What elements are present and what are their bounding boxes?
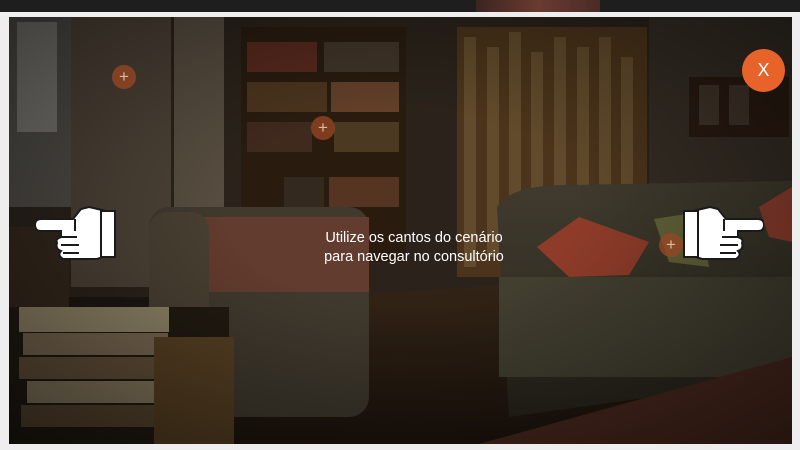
living-room-scene[interactable]: + + + X Utilize os cantos do cenário par…: [9, 17, 792, 444]
hotspot-plus-sofa[interactable]: +: [659, 233, 683, 257]
close-icon: X: [757, 60, 770, 80]
top-bar: [0, 0, 800, 12]
close-button[interactable]: X: [742, 49, 785, 92]
instruction-line-2: para navegar no consultório: [324, 249, 504, 265]
instruction-line-1: Utilize os cantos do cenário: [325, 230, 503, 246]
plus-icon: +: [666, 235, 676, 254]
hotspot-plus-bookshelf[interactable]: +: [311, 116, 335, 140]
plus-icon: +: [119, 67, 129, 86]
plus-icon: +: [318, 118, 328, 137]
hotspot-plus-window[interactable]: +: [112, 65, 136, 89]
navigation-instruction: Utilize os cantos do cenário para navega…: [299, 229, 529, 267]
top-bar-image-strip: [476, 0, 600, 12]
